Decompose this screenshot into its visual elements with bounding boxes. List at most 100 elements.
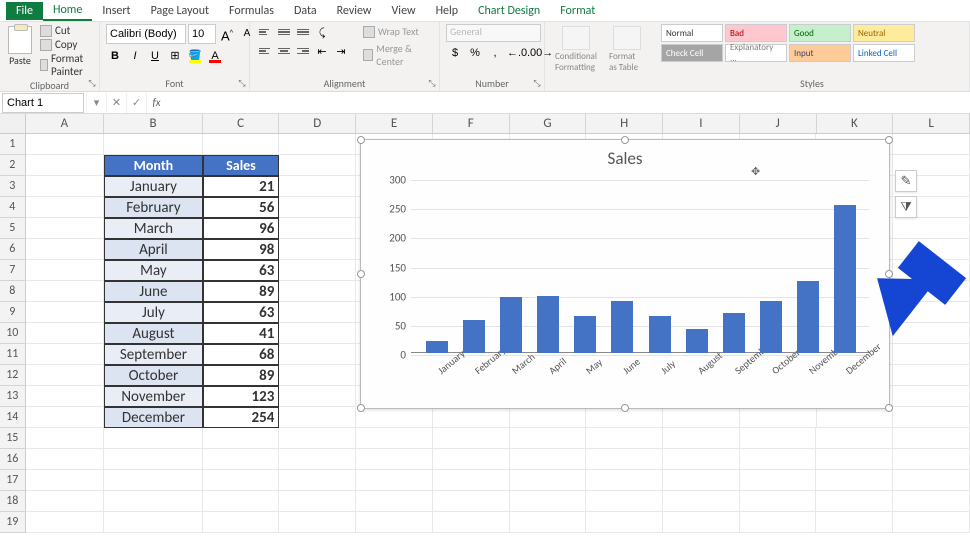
cell-I16[interactable] (663, 449, 740, 470)
cell-I18[interactable] (663, 491, 740, 512)
cell-F16[interactable] (433, 449, 510, 470)
cell-K14[interactable] (817, 407, 894, 428)
cancel-formula-button[interactable]: ✕ (106, 93, 126, 113)
cell-J19[interactable] (740, 512, 817, 533)
cell-B6[interactable]: April (104, 239, 202, 260)
font-expand[interactable]: ⤡ (237, 79, 247, 89)
cell-D10[interactable] (279, 323, 356, 344)
column-header-J[interactable]: J (740, 114, 817, 133)
cell-A19[interactable] (26, 512, 105, 533)
menu-tab-view[interactable]: View (382, 2, 426, 20)
cell-H19[interactable] (586, 512, 663, 533)
cell-K16[interactable] (816, 449, 893, 470)
column-header-C[interactable]: C (203, 114, 280, 133)
percent-button[interactable]: % (466, 44, 484, 62)
increase-decimal-button[interactable]: ←.0 (506, 44, 524, 62)
cell-G16[interactable] (510, 449, 587, 470)
alignment-expand[interactable]: ⤡ (427, 79, 437, 89)
cell-B1[interactable] (104, 134, 202, 155)
chart-bar[interactable] (760, 301, 782, 353)
chart-handle-sw[interactable] (357, 404, 365, 412)
cell-E18[interactable] (356, 491, 433, 512)
cell-C4[interactable]: 56 (203, 197, 280, 218)
row-header-11[interactable]: 11 (0, 344, 26, 365)
cell-D2[interactable] (279, 155, 356, 176)
cell-K15[interactable] (816, 428, 893, 449)
cell-A18[interactable] (26, 491, 105, 512)
cell-A14[interactable] (26, 407, 105, 428)
cell-styles-gallery[interactable]: NormalBadGoodNeutralCheck CellExplanator… (661, 24, 915, 62)
cell-C17[interactable] (203, 470, 280, 491)
orientation-button[interactable]: ⤹ (313, 24, 331, 42)
row-header-9[interactable]: 9 (0, 302, 26, 323)
border-button[interactable]: ⊞ (166, 47, 184, 65)
cell-B14[interactable]: December (104, 407, 202, 428)
chart-handle-se[interactable] (885, 404, 893, 412)
cell-B13[interactable]: November (104, 386, 202, 407)
row-header-19[interactable]: 19 (0, 512, 26, 533)
cell-D1[interactable] (279, 134, 356, 155)
cell-C10[interactable]: 41 (203, 323, 280, 344)
cell-E16[interactable] (356, 449, 433, 470)
chart-bar[interactable] (649, 316, 671, 353)
cell-D3[interactable] (279, 176, 356, 197)
italic-button[interactable]: I (126, 47, 144, 65)
menu-tab-file[interactable]: File (6, 2, 43, 20)
cell-C16[interactable] (203, 449, 280, 470)
cell-A5[interactable] (26, 218, 105, 239)
chart-filters-button[interactable]: ⧩ (895, 196, 917, 218)
cell-F14[interactable] (433, 407, 510, 428)
namebox-dropdown[interactable]: ▾ (86, 93, 106, 113)
cell-style-input[interactable]: Input (789, 44, 851, 62)
format-painter-button[interactable]: Format Painter (38, 52, 93, 78)
cell-E14[interactable] (356, 407, 433, 428)
cell-A13[interactable] (26, 386, 105, 407)
cell-G17[interactable] (510, 470, 587, 491)
cell-L11[interactable] (893, 344, 970, 365)
row-header-7[interactable]: 7 (0, 260, 26, 281)
cell-I15[interactable] (663, 428, 740, 449)
copy-button[interactable]: Copy (38, 38, 93, 51)
bold-button[interactable]: B (106, 47, 124, 65)
cell-style-linked-cell[interactable]: Linked Cell (853, 44, 915, 62)
cell-B7[interactable]: May (104, 260, 202, 281)
cell-C14[interactable]: 254 (203, 407, 280, 428)
chart-bar[interactable] (426, 341, 448, 353)
chart-handle-e[interactable] (885, 270, 893, 278)
cell-J15[interactable] (740, 428, 817, 449)
cell-B10[interactable]: August (104, 323, 202, 344)
menu-tab-review[interactable]: Review (327, 2, 382, 20)
cell-C2[interactable]: Sales (203, 155, 280, 176)
fill-color-button[interactable]: 🪣 (186, 47, 204, 65)
cell-D15[interactable] (279, 428, 356, 449)
cell-A7[interactable] (26, 260, 105, 281)
cell-D5[interactable] (279, 218, 356, 239)
cell-H15[interactable] (586, 428, 663, 449)
align-center-button[interactable] (275, 43, 293, 59)
cell-K18[interactable] (816, 491, 893, 512)
column-header-G[interactable]: G (510, 114, 587, 133)
cell-H17[interactable] (586, 470, 663, 491)
cell-A3[interactable] (26, 176, 105, 197)
decrease-indent-button[interactable]: ⇤ (313, 43, 331, 61)
column-header-H[interactable]: H (586, 114, 663, 133)
cell-B11[interactable]: September (104, 344, 202, 365)
cell-C19[interactable] (203, 512, 280, 533)
cell-B18[interactable] (104, 491, 202, 512)
column-header-I[interactable]: I (663, 114, 740, 133)
font-color-button[interactable]: A (206, 47, 224, 65)
cell-F15[interactable] (433, 428, 510, 449)
cell-L13[interactable] (893, 386, 970, 407)
cell-B12[interactable]: October (104, 365, 202, 386)
cell-A8[interactable] (26, 281, 105, 302)
cell-B16[interactable] (104, 449, 202, 470)
currency-button[interactable]: $ (446, 44, 464, 62)
chart-bar[interactable] (500, 297, 522, 353)
insert-function-button[interactable]: fx (146, 93, 166, 113)
cell-style-explanatory-[interactable]: Explanatory ... (725, 44, 787, 62)
cell-D6[interactable] (279, 239, 356, 260)
menu-tab-formulas[interactable]: Formulas (219, 2, 284, 20)
conditional-formatting-button[interactable]: Conditional Formatting (551, 24, 601, 75)
column-header-B[interactable]: B (104, 114, 202, 133)
cell-D9[interactable] (279, 302, 356, 323)
